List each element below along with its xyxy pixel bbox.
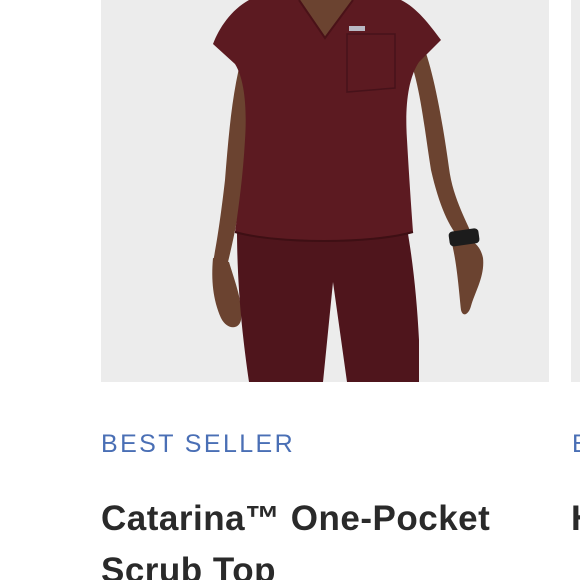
- next-product-title[interactable]: H: [571, 493, 580, 545]
- product-card[interactable]: BEST SELLER Catarina™ One-Pocket Scrub T…: [101, 0, 549, 580]
- next-product-card[interactable]: B H: [571, 0, 580, 580]
- product-carousel: BEST SELLER Catarina™ One-Pocket Scrub T…: [0, 0, 580, 580]
- best-seller-badge: BEST SELLER: [101, 430, 296, 458]
- product-image[interactable]: [101, 0, 549, 382]
- next-product-badge: B: [572, 430, 580, 459]
- product-title[interactable]: Catarina™ One-Pocket Scrub Top: [101, 493, 561, 580]
- next-product-image[interactable]: [571, 0, 580, 382]
- product-photo: [101, 0, 549, 382]
